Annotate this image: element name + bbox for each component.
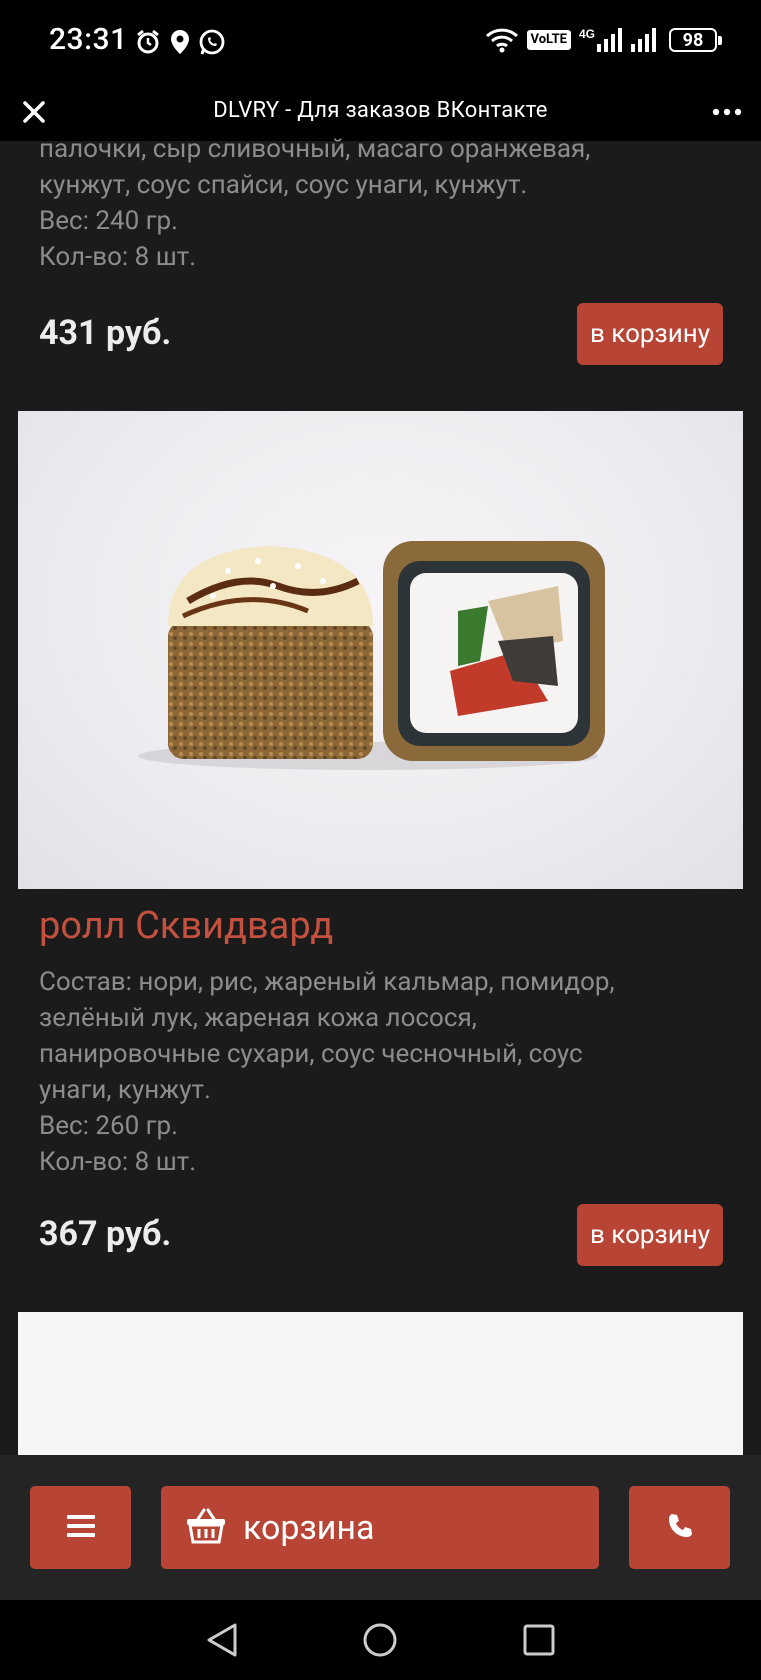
location-icon [168, 28, 192, 56]
description-line: Кол-во: 8 шт. [39, 1147, 197, 1177]
description-line: зелёный лук, жареная кожа лосося, [39, 1003, 477, 1033]
product-image[interactable] [18, 411, 743, 889]
description-line: палочки, сыр сливочный, масаго оранжевая… [39, 134, 591, 164]
previous-item-price: 431 руб. [39, 313, 172, 353]
bottom-action-bar: корзина [0, 1455, 761, 1600]
basket-icon [185, 1507, 227, 1549]
add-to-cart-button[interactable]: в корзину [577, 1204, 723, 1266]
network-label: 4G [579, 27, 595, 41]
description-line: Вес: 260 гр. [39, 1111, 179, 1141]
app-title: DLVRY - Для заказов ВКонтакте [213, 98, 548, 123]
next-product-photo [288, 1458, 348, 1472]
description-line: унаги, кунжут. [39, 1075, 211, 1105]
hamburger-menu-icon [66, 1513, 96, 1543]
4g-signal-icon: 4G [579, 26, 623, 54]
add-to-cart-button[interactable]: в корзину [577, 303, 723, 365]
whatsapp-icon [198, 28, 226, 56]
description-line: Состав: нори, рис, жареный кальмар, поми… [39, 967, 615, 997]
signal-icon [631, 26, 661, 54]
alarm-icon [134, 28, 162, 56]
battery-icon: 98 [669, 28, 722, 52]
previous-item-price-row: 431 руб. в корзину [39, 303, 723, 365]
product-price: 367 руб. [39, 1214, 172, 1254]
wifi-icon [485, 26, 519, 54]
recent-apps-icon[interactable] [522, 1622, 556, 1662]
back-icon[interactable] [205, 1622, 239, 1662]
product-price-row: 367 руб. в корзину [39, 1204, 723, 1266]
more-options-icon[interactable] [711, 98, 743, 126]
status-bar: 23:31 VoLTE 4G 98 [0, 0, 761, 86]
product-description: Состав: нори, рис, жареный кальмар, поми… [39, 964, 719, 1180]
previous-item-description: палочки, сыр сливочный, масаго оранжевая… [39, 131, 719, 275]
cart-label: корзина [243, 1507, 375, 1548]
cart-button[interactable]: корзина [161, 1486, 599, 1569]
description-line: панировочные сухари, соус чесночный, соу… [39, 1039, 583, 1069]
status-time: 23:31 [49, 22, 128, 57]
home-icon[interactable] [362, 1622, 398, 1662]
product-title[interactable]: ролл Сквидвард [39, 904, 333, 948]
description-line: Вес: 240 гр. [39, 206, 179, 236]
next-product-image[interactable] [18, 1312, 743, 1472]
sushi-rolls-photo [138, 541, 605, 770]
description-line: Кол-во: 8 шт. [39, 242, 197, 272]
menu-button[interactable] [30, 1486, 131, 1569]
description-line: кунжут, соус спайси, соус унаги, кунжут. [39, 170, 528, 200]
system-navigation-bar [0, 1600, 761, 1680]
phone-icon [666, 1512, 694, 1544]
call-button[interactable] [629, 1486, 730, 1569]
volte-icon: VoLTE [526, 30, 571, 50]
